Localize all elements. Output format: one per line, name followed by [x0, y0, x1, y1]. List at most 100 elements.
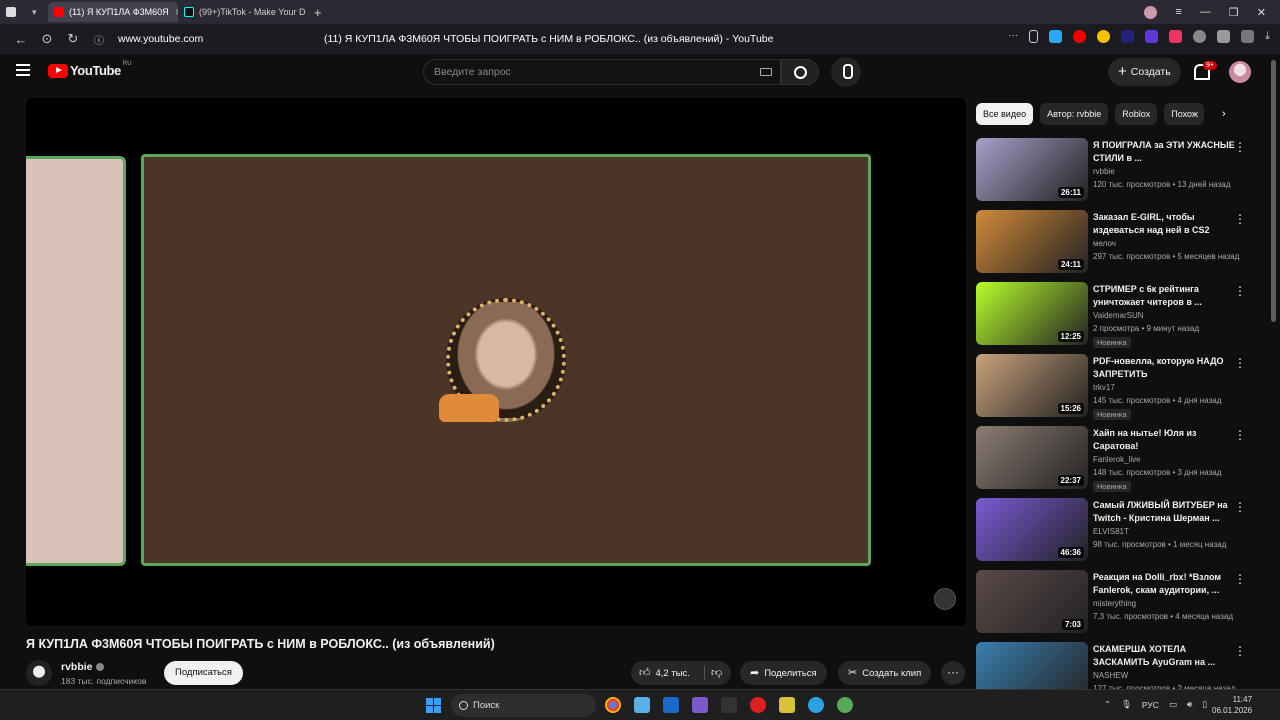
recommendation-channel[interactable]: ELVIS81T — [1093, 527, 1129, 536]
chip-roblox[interactable]: Roblox — [1115, 103, 1158, 125]
recommendation-title[interactable]: Заказал E-GIRL, чтобы издеваться над ней… — [1093, 211, 1235, 236]
recommendation-item[interactable]: 46:36 Самый ЛЖИВЫЙ ВИТУБЕР на Twitch - Кр… — [976, 498, 1266, 570]
more-options-icon[interactable]: ⋮ — [1234, 644, 1246, 658]
video-thumbnail[interactable]: 15:26 — [976, 354, 1088, 417]
chip-all[interactable]: Все видео — [976, 103, 1034, 125]
recommendation-item[interactable]: 22:37 Хайп на нытье! Юля из Саратова! Fanl… — [976, 426, 1266, 498]
search-icon[interactable] — [781, 59, 819, 85]
video-thumbnail[interactable]: 46:36 — [976, 498, 1088, 561]
video-thumbnail[interactable]: 24:11 — [976, 210, 1088, 273]
extension-icon[interactable] — [1193, 30, 1207, 43]
recommendation-channel[interactable]: NASHEW — [1093, 671, 1128, 680]
dislike-button[interactable]: 👎︎ — [711, 661, 727, 686]
chrome-icon[interactable] — [605, 697, 621, 713]
volume-icon[interactable]: 🔊︎ — [1187, 699, 1192, 710]
photos-icon[interactable] — [634, 697, 650, 713]
video-thumbnail[interactable]: 22:37 — [976, 426, 1088, 489]
recommendation-item[interactable]: 26:11 Я ПОИГРАЛА за ЭТИ УЖАСНЫЕ СТИЛИ в .… — [976, 138, 1266, 210]
recommendation-channel[interactable]: misterything — [1093, 599, 1136, 608]
maximize-icon[interactable]: ❐ — [1229, 6, 1239, 19]
menu-icon[interactable]: ≡ — [1175, 6, 1181, 18]
youtube-logo[interactable]: YouTube RU — [48, 61, 132, 78]
more-options-icon[interactable]: ⋮ — [1234, 140, 1246, 154]
app-icon[interactable] — [663, 697, 679, 713]
channel-name[interactable]: rvbbie — [61, 661, 104, 673]
tab-youtube[interactable]: (11) Я КУП1ЛА Ф3М60Я ✕ — [48, 2, 178, 22]
channel-avatar[interactable] — [26, 660, 52, 686]
app-icon[interactable] — [779, 697, 795, 713]
more-options-icon[interactable]: ⋮ — [1234, 428, 1246, 442]
account-avatar[interactable] — [1229, 61, 1251, 83]
yandex-browser-icon[interactable] — [750, 697, 766, 713]
more-icon[interactable]: ··· — [1008, 30, 1018, 43]
recommendation-title[interactable]: PDF-новелла, которую НАДО ЗАПРЕТИТЬ — [1093, 355, 1235, 380]
like-button[interactable]: 👍︎ 4,2 тыс. — [631, 661, 699, 686]
extension-icon[interactable] — [1241, 30, 1255, 43]
recommendation-channel[interactable]: VaidemarSUN — [1093, 311, 1144, 320]
clock[interactable]: 11:47 06.01.2026 — [1212, 694, 1252, 716]
more-options-icon[interactable]: ⋮ — [1234, 572, 1246, 586]
chip-author[interactable]: Автор: rvbbie — [1040, 103, 1109, 125]
site-info-icon[interactable]: ⓘ — [86, 32, 112, 47]
more-options-icon[interactable]: ⋮ — [1234, 284, 1246, 298]
chip-similar[interactable]: Похож — [1164, 103, 1205, 125]
video-thumbnail[interactable]: 12:25 — [976, 282, 1088, 345]
recommendation-title[interactable]: Хайп на нытье! Юля из Саратова! — [1093, 427, 1235, 452]
recommendation-title[interactable]: Самый ЛЖИВЫЙ ВИТУБЕР на Twitch - Кристин… — [1093, 499, 1235, 524]
video-thumbnail[interactable]: 7:03 — [976, 570, 1088, 633]
app-icon[interactable] — [692, 697, 708, 713]
microphone-icon[interactable] — [831, 57, 861, 87]
more-options-icon[interactable]: ⋮ — [1234, 500, 1246, 514]
recommendation-title[interactable]: Я ПОИГРАЛА за ЭТИ УЖАСНЫЕ СТИЛИ в ... — [1093, 139, 1235, 164]
extension-icon[interactable] — [1097, 30, 1111, 43]
tab-tiktok[interactable]: (99+)TikTok - Make Your D — [178, 2, 308, 22]
clip-button[interactable]: ✂ Создать клип — [838, 661, 932, 685]
url-field[interactable]: www.youtube.com — [118, 33, 203, 45]
subscribe-button[interactable]: Подписаться — [164, 661, 243, 685]
minimize-icon[interactable]: — — [1200, 6, 1211, 18]
extension-icon[interactable] — [1073, 30, 1087, 43]
reload-icon[interactable]: ↻ — [60, 31, 86, 47]
recommendation-item[interactable]: 15:26 PDF-новелла, которую НАДО ЗАПРЕТИТЬ… — [976, 354, 1266, 426]
extension-icon[interactable] — [1121, 30, 1135, 43]
scrollbar[interactable] — [1271, 60, 1276, 322]
extension-icon[interactable] — [1145, 30, 1159, 43]
recommendation-item[interactable]: 7:03 Реакция на Dolli_rbx! *Взлом Fanlero… — [976, 570, 1266, 642]
app-icon[interactable] — [721, 697, 737, 713]
recommendation-channel[interactable]: rvbbie — [1093, 167, 1115, 176]
back-icon[interactable]: ← — [8, 32, 34, 47]
share-button[interactable]: ➦ Поделиться — [740, 661, 827, 685]
windows-start-icon[interactable] — [426, 698, 441, 713]
close-window-icon[interactable]: ✕ — [1257, 6, 1266, 19]
profile-icon[interactable] — [1144, 5, 1158, 19]
telegram-icon[interactable] — [808, 697, 824, 713]
new-tab-button[interactable]: + — [308, 2, 330, 22]
recommendation-channel[interactable]: Fanlerok_live — [1093, 455, 1141, 464]
extension-icon[interactable] — [1049, 30, 1063, 43]
battery-icon[interactable]: ▯ — [1202, 699, 1207, 710]
video-player[interactable] — [26, 98, 966, 626]
more-options-icon[interactable]: ⋮ — [1234, 356, 1246, 370]
extension-icon[interactable] — [1169, 30, 1183, 43]
keyboard-icon[interactable] — [760, 68, 772, 76]
recommendation-item[interactable]: 12:25 СТРИМЕР с 6к рейтинга уничтожает чи… — [976, 282, 1266, 354]
browser-menu-icon[interactable] — [6, 7, 16, 17]
microphone-tray-icon[interactable]: 🎙︎ — [1121, 699, 1132, 710]
chevron-up-icon[interactable]: ⌃ — [1104, 699, 1111, 710]
tab-actions[interactable] — [0, 2, 26, 22]
channel-watermark[interactable] — [934, 588, 956, 610]
app-icon[interactable] — [837, 697, 853, 713]
recommendation-channel[interactable]: trkv17 — [1093, 383, 1115, 392]
recommendation-title[interactable]: СТРИМЕР с 6к рейтинга уничтожает читеров… — [1093, 283, 1235, 308]
recommendation-channel[interactable]: мелоч — [1093, 239, 1116, 248]
more-actions-icon[interactable]: ··· — [941, 661, 965, 685]
extension-icon[interactable] — [1217, 30, 1231, 43]
chevron-right-icon[interactable]: › — [1222, 108, 1226, 120]
security-icon[interactable]: ⊙ — [34, 31, 60, 47]
taskbar-search[interactable]: Поиск — [451, 694, 596, 717]
tab-chevron[interactable]: ▾ — [26, 2, 48, 22]
recommendation-title[interactable]: СКАМЕРША ХОТЕЛА ЗАСКАМИТЬ AyuGram на ... — [1093, 643, 1235, 668]
download-icon[interactable]: ⤓ — [1265, 30, 1270, 43]
video-thumbnail[interactable]: 26:11 — [976, 138, 1088, 201]
language-indicator[interactable]: РУС — [1142, 700, 1159, 710]
